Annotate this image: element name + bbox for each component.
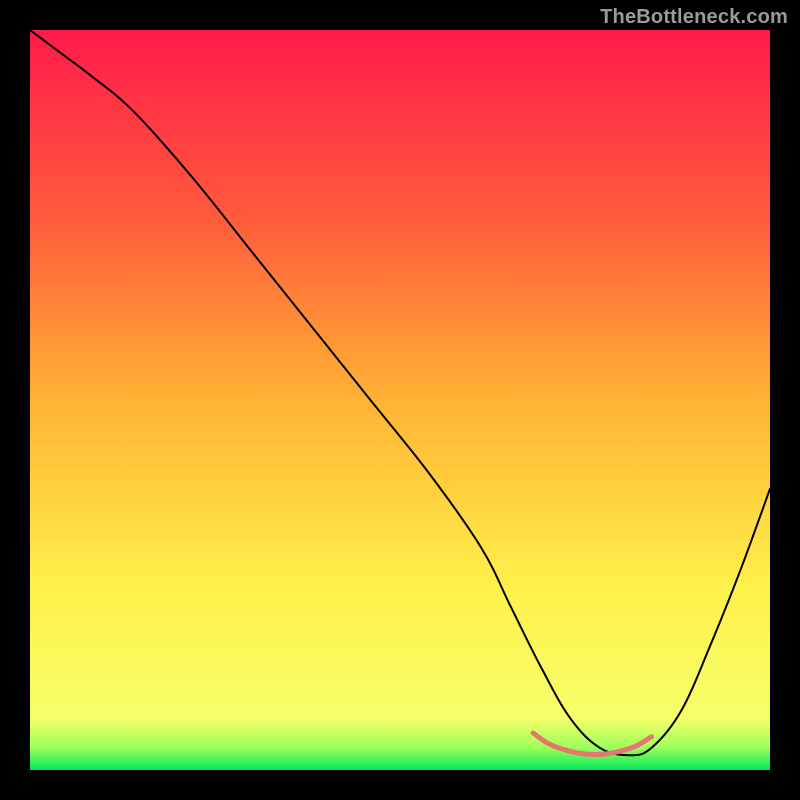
plot-area (30, 30, 770, 770)
chart-container: TheBottleneck.com (0, 0, 800, 800)
chart-svg (30, 30, 770, 770)
attribution-text: TheBottleneck.com (600, 6, 788, 29)
gradient-background (30, 30, 770, 770)
